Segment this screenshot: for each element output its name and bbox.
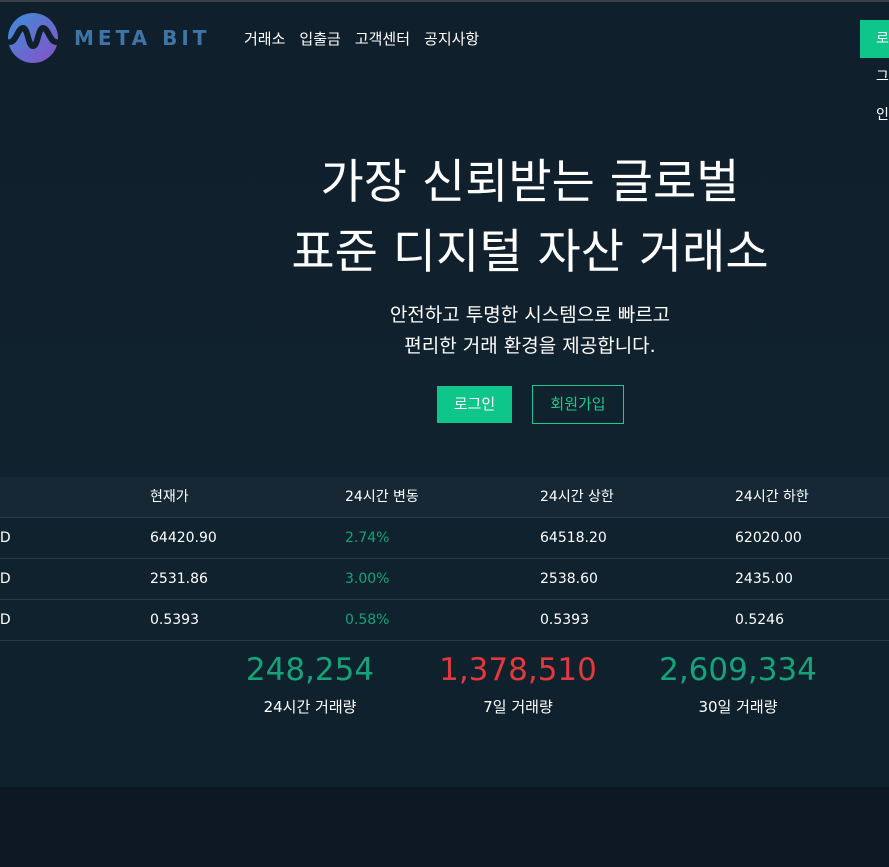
footer-band [0, 787, 889, 867]
change-24h: 3.00% [345, 571, 390, 587]
volume-24h: 248,254 24시간 거래량 [190, 648, 430, 720]
volume-7d: 1,378,510 7일 거래량 [398, 648, 638, 720]
pair-name: SD [0, 612, 11, 628]
nav-deposit-withdraw[interactable]: 입출금 [299, 28, 340, 50]
low-24h: 62020.00 [735, 530, 802, 546]
metabit-logo-icon[interactable] [7, 12, 59, 64]
change-24h: 2.74% [345, 530, 390, 546]
high-24h: 2538.60 [540, 571, 598, 587]
col-header-low: 24시간 하한 [735, 489, 809, 505]
col-header-change: 24시간 변동 [345, 489, 419, 505]
page: META BIT 거래소 입출금 고객센터 공지사항 로그인 가장 신뢰받는 글… [0, 0, 889, 867]
nav-support[interactable]: 고객센터 [355, 28, 410, 50]
main-nav: 거래소 입출금 고객센터 공지사항 [244, 28, 479, 50]
current-price: 2531.86 [150, 571, 208, 587]
volume-30d-value: 2,609,334 [659, 652, 817, 688]
volume-24h-label: 24시간 거래량 [263, 698, 357, 716]
login-button[interactable]: 로그인 [437, 386, 512, 423]
current-price: 64420.90 [150, 530, 217, 546]
table-row[interactable]: SD 64420.90 2.74% 64518.20 62020.00 [0, 518, 889, 559]
header-login-button[interactable]: 로그인 [860, 20, 889, 123]
table-row[interactable]: SD 2531.86 3.00% 2538.60 2435.00 [0, 559, 889, 600]
pair-name: SD [0, 530, 11, 546]
current-price: 0.5393 [150, 612, 199, 628]
col-header-price: 현재가 [150, 489, 189, 505]
nav-notice[interactable]: 공지사항 [424, 28, 479, 50]
table-header: 현재가 24시간 변동 24시간 상한 24시간 하한 [0, 477, 889, 518]
volume-7d-label: 7일 거래량 [483, 698, 553, 716]
pair-name: SD [0, 571, 11, 587]
high-24h: 64518.20 [540, 530, 607, 546]
headline-line-1: 가장 신뢰받는 글로벌 [320, 155, 740, 210]
volume-30d: 2,609,334 30일 거래량 [618, 648, 858, 720]
high-24h: 0.5393 [540, 612, 589, 628]
market-table: 현재가 24시간 변동 24시간 상한 24시간 하한 SD 64420.90 … [0, 477, 889, 641]
headline-line-2: 표준 디지털 자산 거래소 [291, 225, 769, 280]
volume-7d-value: 1,378,510 [439, 652, 597, 688]
table-row[interactable]: SD 0.5393 0.58% 0.5393 0.5246 [0, 600, 889, 641]
signup-button[interactable]: 회원가입 [532, 385, 624, 424]
subline-line-1: 안전하고 투명한 시스템으로 빠르고 [389, 304, 671, 326]
brand-name[interactable]: META BIT [74, 25, 210, 51]
col-header-high: 24시간 상한 [540, 489, 614, 505]
hero-headline: 가장 신뢰받는 글로벌 표준 디지털 자산 거래소 [230, 148, 830, 288]
subline-line-2: 편리한 거래 환경을 제공합니다. [404, 335, 656, 357]
hero-subline: 안전하고 투명한 시스템으로 빠르고 편리한 거래 환경을 제공합니다. [330, 300, 730, 362]
change-24h: 0.58% [345, 612, 390, 628]
low-24h: 0.5246 [735, 612, 784, 628]
nav-exchange[interactable]: 거래소 [244, 28, 285, 50]
low-24h: 2435.00 [735, 571, 793, 587]
volume-30d-label: 30일 거래량 [698, 698, 778, 716]
volume-24h-value: 248,254 [245, 652, 375, 688]
